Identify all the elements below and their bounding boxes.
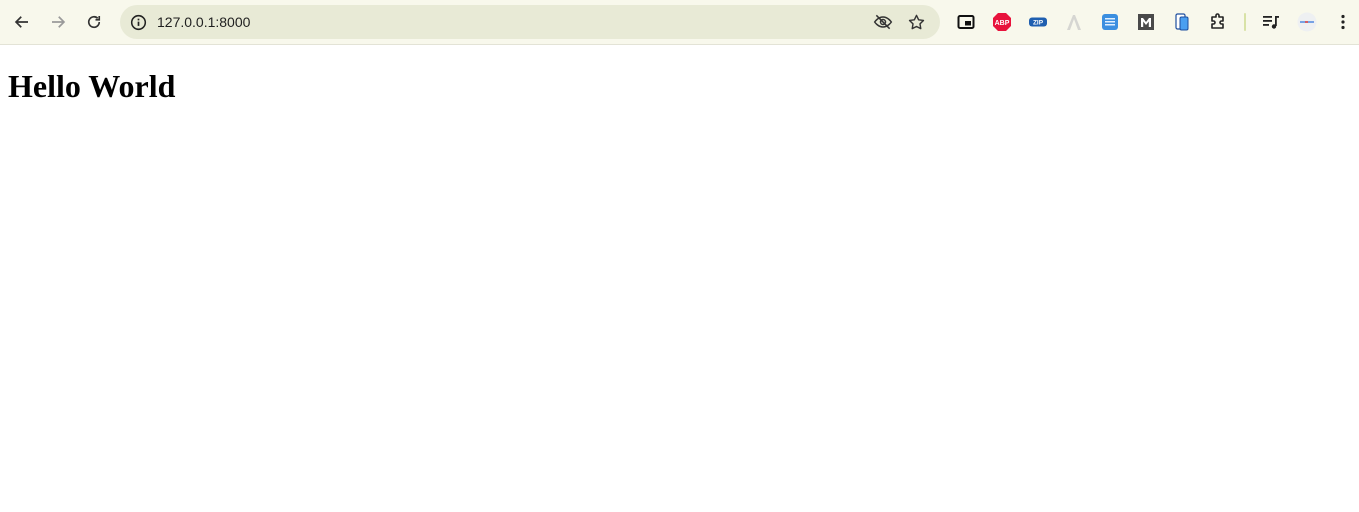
m-extension-button[interactable]	[1135, 11, 1157, 33]
tracking-protection-button[interactable]	[873, 12, 893, 32]
profile-avatar-icon	[1297, 12, 1317, 32]
star-icon	[908, 14, 924, 29]
arrow-right-icon	[52, 16, 66, 28]
a-logo-icon	[1067, 15, 1081, 30]
toolbar-divider	[1244, 13, 1246, 31]
svg-text:ZIP: ZIP	[1033, 20, 1044, 27]
extensions-menu-button[interactable]	[1207, 11, 1229, 33]
puzzle-icon	[1211, 13, 1224, 29]
svg-text:ABP: ABP	[995, 20, 1010, 27]
kebab-menu-icon	[1341, 14, 1345, 30]
page-content: Hello World	[0, 46, 1359, 512]
eye-off-icon	[873, 14, 893, 30]
info-icon	[130, 14, 146, 30]
address-bar[interactable]: 127.0.0.1:8000	[120, 5, 940, 39]
reload-button[interactable]	[79, 7, 109, 37]
forward-button[interactable]	[43, 7, 73, 37]
profile-button[interactable]	[1296, 11, 1318, 33]
pip-extension-button[interactable]	[955, 11, 977, 33]
zip-icon: ZIP	[1029, 17, 1047, 27]
zip-extension-button[interactable]: ZIP	[1027, 11, 1049, 33]
reload-icon	[87, 15, 101, 29]
bookmark-button[interactable]	[906, 12, 926, 32]
phone-icon	[1175, 13, 1189, 31]
abp-icon: ABP	[993, 13, 1011, 31]
url-text[interactable]: 127.0.0.1:8000	[157, 14, 250, 30]
a-extension-button[interactable]	[1063, 11, 1085, 33]
browser-menu-button[interactable]	[1332, 11, 1354, 33]
keyboard-extension-button[interactable]	[1099, 11, 1121, 33]
arrow-left-icon	[14, 16, 28, 28]
media-control-button[interactable]	[1260, 11, 1282, 33]
m-logo-icon	[1138, 14, 1154, 30]
media-control-icon	[1263, 16, 1279, 29]
device-extension-button[interactable]	[1171, 11, 1193, 33]
back-button[interactable]	[7, 7, 37, 37]
page-heading: Hello World	[8, 68, 176, 104]
browser-toolbar: 127.0.0.1:8000 ABP ZIP	[0, 0, 1359, 45]
site-info-button[interactable]	[128, 12, 148, 32]
adblock-extension-button[interactable]: ABP	[991, 11, 1013, 33]
pip-icon	[957, 15, 975, 29]
keyboard-icon	[1102, 14, 1118, 30]
